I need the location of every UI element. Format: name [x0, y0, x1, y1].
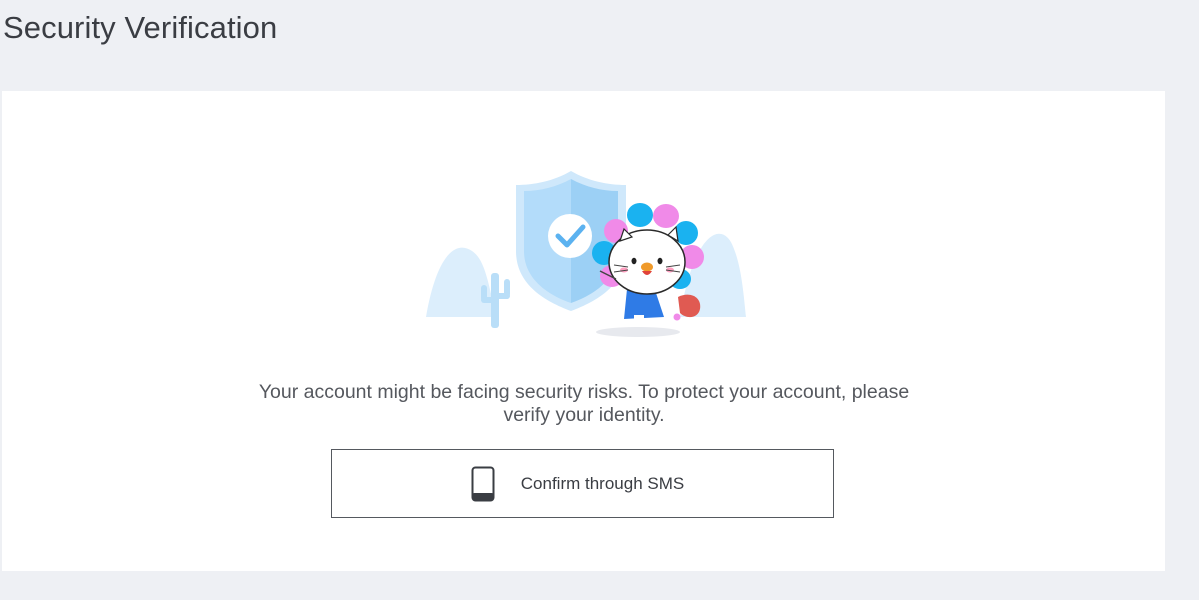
- confirm-sms-label: Confirm through SMS: [520, 473, 685, 493]
- confirm-sms-button[interactable]: Confirm through SMS: [331, 449, 834, 518]
- hill-left: [426, 247, 496, 317]
- security-illustration: [426, 171, 746, 337]
- phone-icon: [471, 466, 495, 502]
- ground-shadow: [596, 327, 680, 337]
- security-risk-message: Your account might be facing security ri…: [258, 381, 910, 426]
- verification-card: Your account might be facing security ri…: [2, 91, 1165, 571]
- page-title: Security Verification: [3, 10, 278, 45]
